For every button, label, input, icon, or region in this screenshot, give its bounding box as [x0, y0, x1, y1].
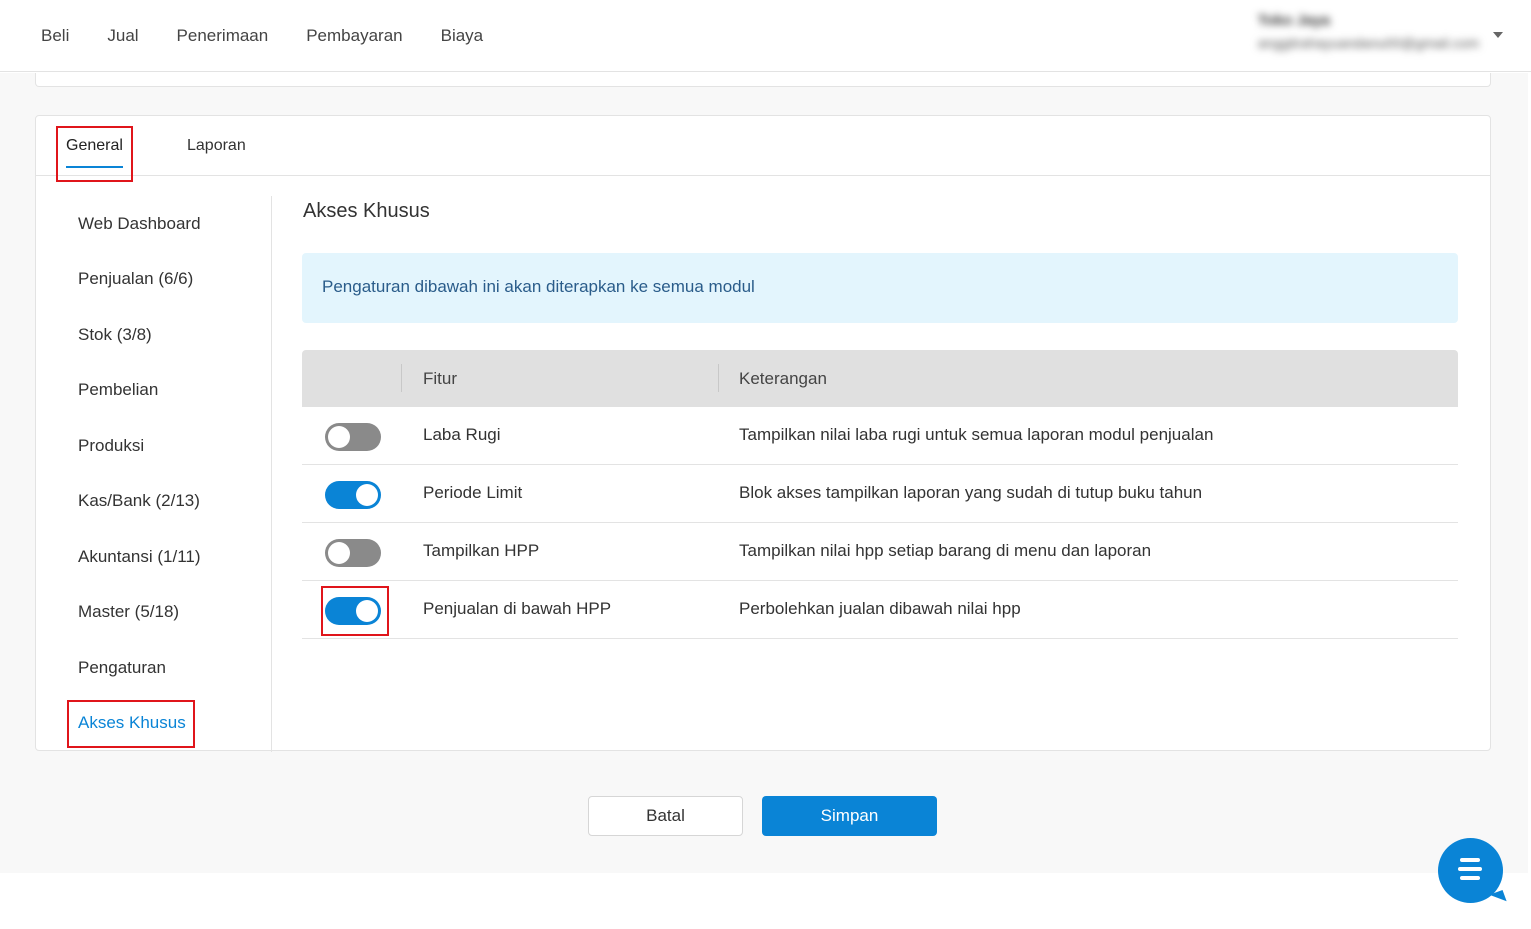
panel-title: Akses Khusus	[303, 200, 430, 222]
column-divider	[718, 364, 719, 392]
chevron-down-icon[interactable]	[1493, 32, 1503, 38]
highlight-box	[321, 586, 389, 636]
sidebar-item-akuntansi[interactable]: Akuntansi (1/11)	[78, 547, 201, 567]
account-email: anggitrahayuandanu00@gmail.com	[1257, 35, 1479, 51]
sidebar-item-pembelian[interactable]: Pembelian	[78, 380, 158, 400]
save-button[interactable]: Simpan	[762, 796, 937, 836]
chat-line	[1460, 876, 1480, 880]
main-menu: Beli Jual Penerimaan Pembayaran Biaya	[41, 0, 521, 72]
sidebar-item-penjualan[interactable]: Penjualan (6/6)	[78, 269, 193, 289]
toggle-knob	[328, 426, 350, 448]
settings-tabs: General Laporan	[36, 116, 1490, 182]
tab-laporan[interactable]: Laporan	[187, 137, 246, 155]
chat-line	[1458, 867, 1482, 871]
settings-card: General Laporan Web Dashboard Penjualan …	[35, 115, 1491, 752]
account-menu[interactable]: Toko Jaya anggitrahayuandanu00@gmail.com	[1258, 12, 1479, 51]
table-row: Periode Limit Blok akses tampilkan lapor…	[302, 465, 1458, 523]
feature-description: Perbolehkan jualan dibawah nilai hpp	[739, 599, 1021, 618]
column-header-keterangan: Keterangan	[739, 369, 827, 388]
toggle-periode-limit[interactable]	[325, 481, 381, 509]
highlight-box	[67, 700, 195, 748]
toggle-tampilkan-hpp[interactable]	[325, 539, 381, 567]
toggle-laba-rugi[interactable]	[325, 423, 381, 451]
features-table: Fitur Keterangan Laba Rugi Tampilkan nil…	[302, 350, 1458, 639]
chat-icon[interactable]	[1438, 838, 1503, 903]
nav-pembayaran[interactable]: Pembayaran	[306, 26, 402, 46]
settings-sidebar: Web Dashboard Penjualan (6/6) Stok (3/8)…	[36, 196, 272, 752]
feature-description: Blok akses tampilkan laporan yang sudah …	[739, 483, 1203, 502]
sidebar-item-master[interactable]: Master (5/18)	[78, 602, 179, 622]
sidebar-item-pengaturan[interactable]: Pengaturan	[78, 658, 166, 678]
info-alert: Pengaturan dibawah ini akan diterapkan k…	[302, 253, 1458, 323]
column-header-fitur: Fitur	[423, 369, 457, 388]
feature-name: Laba Rugi	[423, 425, 501, 444]
sidebar-item-web-dashboard[interactable]: Web Dashboard	[78, 214, 201, 234]
table-row: Laba Rugi Tampilkan nilai laba rugi untu…	[302, 407, 1458, 465]
feature-description: Tampilkan nilai hpp setiap barang di men…	[739, 541, 1152, 560]
nav-penerimaan[interactable]: Penerimaan	[177, 26, 269, 46]
highlight-box	[56, 126, 133, 182]
feature-name: Periode Limit	[423, 483, 523, 502]
table-row: Penjualan di bawah HPP Perbolehkan juala…	[302, 581, 1458, 639]
table-row: Tampilkan HPP Tampilkan nilai hpp setiap…	[302, 523, 1458, 581]
sidebar-item-kas-bank[interactable]: Kas/Bank (2/13)	[78, 491, 200, 511]
account-name: Toko Jaya	[1257, 12, 1331, 29]
feature-name: Penjualan di bawah HPP	[423, 599, 612, 618]
content-area: General Laporan Web Dashboard Penjualan …	[0, 73, 1528, 873]
nav-biaya[interactable]: Biaya	[441, 26, 484, 46]
toggle-knob	[356, 484, 378, 506]
table-header: Fitur Keterangan	[302, 350, 1458, 407]
sidebar-item-produksi[interactable]: Produksi	[78, 436, 144, 456]
cancel-button[interactable]: Batal	[588, 796, 743, 836]
sidebar-item-stok[interactable]: Stok (3/8)	[78, 325, 152, 345]
nav-beli[interactable]: Beli	[41, 26, 69, 46]
feature-name: Tampilkan HPP	[423, 541, 540, 560]
top-navbar: Beli Jual Penerimaan Pembayaran Biaya To…	[0, 0, 1531, 72]
toggle-knob	[328, 542, 350, 564]
nav-jual[interactable]: Jual	[107, 26, 138, 46]
feature-description: Tampilkan nilai laba rugi untuk semua la…	[739, 425, 1214, 444]
column-divider	[401, 364, 402, 392]
previous-card	[35, 73, 1491, 87]
chat-line	[1460, 858, 1480, 862]
